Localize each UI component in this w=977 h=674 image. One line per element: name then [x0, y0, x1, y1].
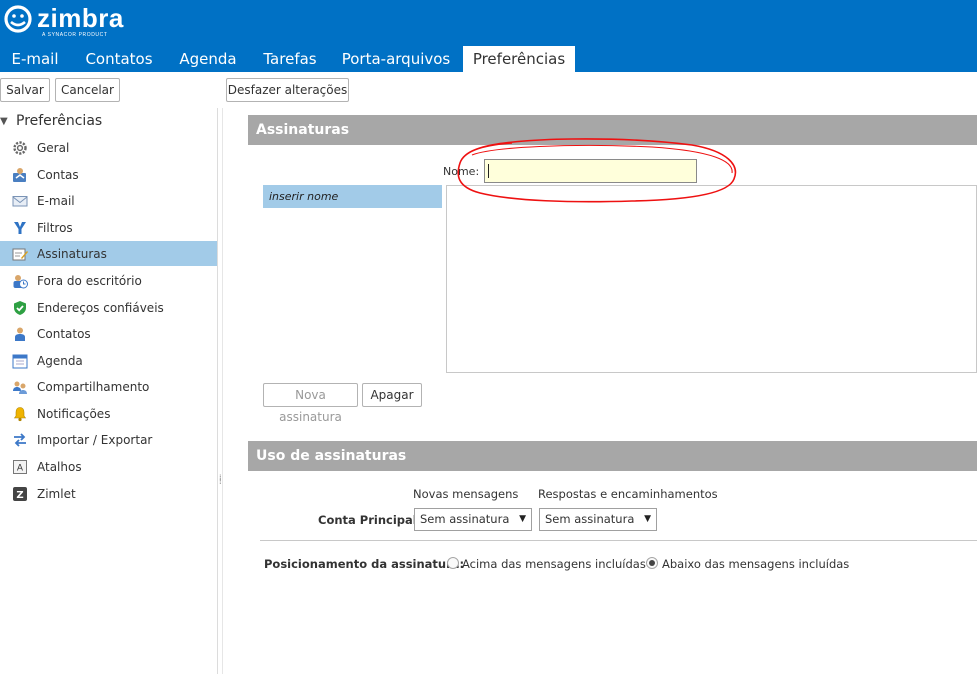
zimbra-logo[interactable]: zimbra A SYNACOR PRODUCT: [2, 4, 124, 40]
save-button[interactable]: Salvar: [0, 78, 50, 102]
dropdown-arrow-icon: ▼: [519, 514, 526, 524]
sidebar-item-general[interactable]: Geral: [0, 135, 217, 160]
replies-signature-value: Sem assinatura: [545, 512, 635, 526]
cancel-button[interactable]: Cancelar: [55, 78, 120, 102]
position-below-label[interactable]: Abaixo das mensagens incluídas: [662, 557, 849, 571]
top-banner: zimbra A SYNACOR PRODUCT: [0, 0, 977, 46]
shield-check-icon: [12, 300, 28, 316]
sidebar-item-label: Geral: [37, 140, 70, 155]
position-below-radio[interactable]: [646, 557, 658, 569]
sidebar-item-label: Compartilhamento: [37, 379, 150, 394]
sidebar-item-filters[interactable]: Filtros: [0, 215, 217, 240]
sidebar-item-sharing[interactable]: Compartilhamento: [0, 374, 217, 399]
text-cursor: [488, 164, 489, 178]
sidebar-item-label: E-mail: [37, 193, 75, 208]
list-item[interactable]: inserir nome: [263, 185, 442, 208]
dropdown-arrow-icon: ▼: [644, 514, 651, 524]
sidebar-item-label: Assinaturas: [37, 246, 107, 261]
svg-text:Z: Z: [16, 490, 23, 501]
gear-icon: [12, 140, 28, 156]
calendar-icon: [12, 353, 28, 369]
new-messages-column-label: Novas mensagens: [413, 487, 519, 501]
sidebar-item-label: Fora do escritório: [37, 273, 142, 288]
toolbar: Salvar Cancelar Desfazer alterações: [0, 72, 977, 108]
keyboard-shortcut-icon: A: [12, 459, 28, 475]
signature-list-item-label: inserir nome: [269, 190, 339, 203]
tab-preferences[interactable]: Preferências: [463, 46, 575, 72]
sidebar-item-label: Importar / Exportar: [37, 432, 153, 447]
sidebar-item-label: Endereços confiáveis: [37, 300, 164, 315]
replies-forwards-column-label: Respostas e encaminhamentos: [538, 487, 718, 501]
new-signature-button[interactable]: Nova assinatura: [263, 383, 358, 424]
panel-resize-sash[interactable]: ⁞ ⁞: [218, 108, 223, 674]
svg-text:A: A: [17, 463, 24, 473]
sidebar-item-label: Notificações: [37, 406, 111, 421]
tab-briefcase[interactable]: Porta-arquivos: [334, 46, 458, 72]
signatures-section-header: Assinaturas: [248, 115, 977, 145]
main-account-label: Conta Principal:: [318, 513, 422, 527]
undo-changes-button[interactable]: Desfazer alterações: [226, 78, 349, 102]
section-divider: [260, 540, 977, 541]
preferences-tree-header[interactable]: ▼ Preferências: [0, 112, 102, 130]
sidebar-item-signatures[interactable]: Assinaturas: [0, 241, 217, 266]
signature-usage-section-header: Uso de assinaturas: [248, 441, 977, 471]
sidebar-item-label: Atalhos: [37, 459, 82, 474]
signature-name-label: Nome:: [443, 165, 480, 178]
contact-icon: [12, 326, 28, 342]
sidebar-item-shortcuts[interactable]: A Atalhos: [0, 454, 217, 479]
zimbra-tagline: A SYNACOR PRODUCT: [42, 32, 108, 38]
position-above-label[interactable]: Acima das mensagens incluídas: [462, 557, 646, 571]
zimbra-logo-mark-icon: [2, 4, 36, 34]
preferences-tree-title: Preferências: [16, 113, 103, 129]
sidebar-item-label: Contas: [37, 167, 79, 182]
sash-grip-icon: ⁞ ⁞: [219, 473, 222, 486]
collapse-caret-icon[interactable]: ▼: [0, 116, 14, 127]
tab-contacts[interactable]: Contatos: [76, 46, 162, 72]
sidebar-item-label: Filtros: [37, 220, 73, 235]
signature-usage-section-title: Uso de assinaturas: [256, 448, 407, 464]
new-messages-signature-value: Sem assinatura: [420, 512, 510, 526]
filter-icon: [12, 220, 28, 236]
sidebar-item-zimlet[interactable]: Z Zimlet: [0, 481, 217, 506]
sidebar-item-email[interactable]: E-mail: [0, 188, 217, 213]
sidebar-item-import-export[interactable]: Importar / Exportar: [0, 427, 217, 452]
tab-calendar[interactable]: Agenda: [168, 46, 248, 72]
sidebar-item-out-of-office[interactable]: Fora do escritório: [0, 268, 217, 293]
envelope-icon: [12, 193, 28, 209]
app-tab-bar: E-mail Contatos Agenda Tarefas Porta-arq…: [0, 46, 977, 72]
zimlet-icon: Z: [12, 486, 28, 502]
sidebar-item-label: Zimlet: [37, 486, 76, 501]
preferences-sidebar: ▼ Preferências Geral Contas E-mail Filtr…: [0, 108, 217, 674]
signature-list: inserir nome: [263, 185, 442, 371]
bell-icon: [12, 406, 28, 422]
sidebar-item-label: Agenda: [37, 353, 83, 368]
out-of-office-icon: [12, 273, 28, 289]
sidebar-item-notifications[interactable]: Notificações: [0, 401, 217, 426]
sidebar-item-trusted-addresses[interactable]: Endereços confiáveis: [0, 295, 217, 320]
tab-email[interactable]: E-mail: [0, 46, 70, 72]
import-export-icon: [12, 432, 28, 448]
tab-tasks[interactable]: Tarefas: [254, 46, 326, 72]
position-above-radio[interactable]: [447, 557, 459, 569]
signatures-section-title: Assinaturas: [256, 122, 350, 138]
replies-signature-select[interactable]: Sem assinatura ▼: [539, 508, 657, 531]
accounts-icon: [12, 167, 28, 183]
zimbra-wordmark: zimbra: [37, 3, 124, 33]
sidebar-item-calendar[interactable]: Agenda: [0, 348, 217, 373]
sidebar-item-accounts[interactable]: Contas: [0, 162, 217, 187]
sharing-icon: [12, 379, 28, 395]
signature-name-input[interactable]: [484, 159, 697, 183]
sidebar-item-contacts[interactable]: Contatos: [0, 321, 217, 346]
delete-signature-button[interactable]: Apagar: [362, 383, 422, 407]
new-messages-signature-select[interactable]: Sem assinatura ▼: [414, 508, 532, 531]
signature-icon: [12, 246, 28, 262]
signature-editor[interactable]: [446, 185, 977, 373]
signature-position-label: Posicionamento da assinatura:: [264, 557, 465, 571]
sidebar-item-label: Contatos: [37, 326, 91, 341]
